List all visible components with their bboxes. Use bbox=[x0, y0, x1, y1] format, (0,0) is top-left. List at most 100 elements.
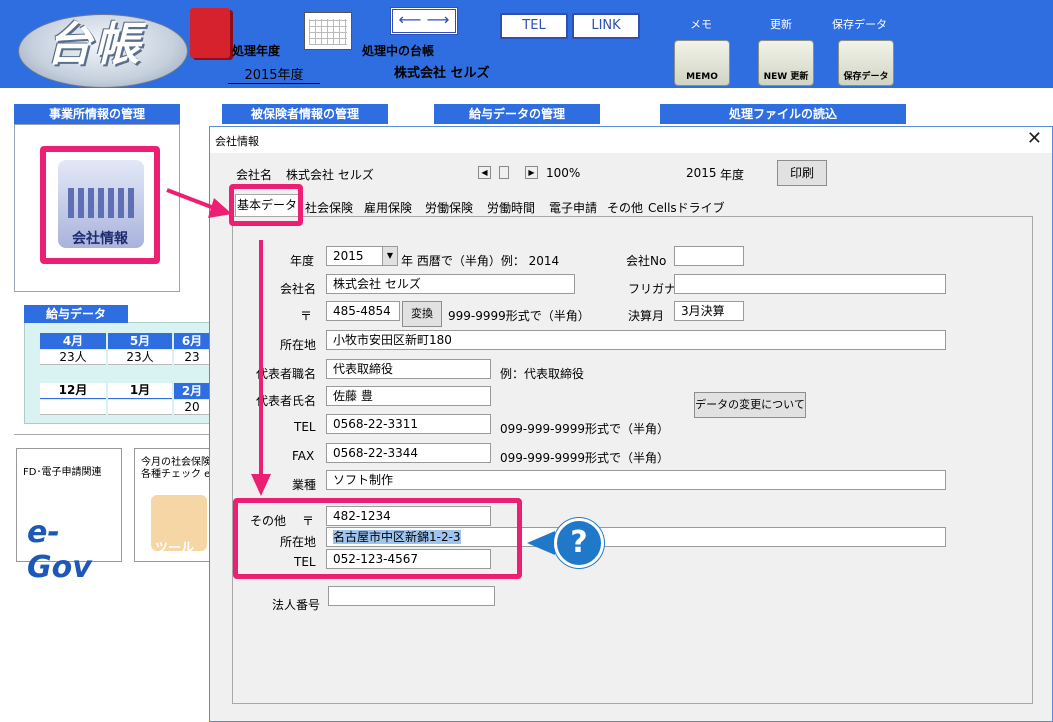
dialog-company-value: 株式会社 セルズ bbox=[286, 168, 374, 182]
processing-year-value: 2015年度 bbox=[228, 64, 320, 84]
tel-hint: 099-999-9999形式で（半角） bbox=[500, 422, 670, 436]
dialog-year-unit: 年度 bbox=[720, 168, 745, 182]
dialog-year-value: 2015 bbox=[686, 166, 717, 180]
fax-hint: 099-999-9999形式で（半角） bbox=[500, 451, 670, 465]
section-files[interactable]: 処理ファイルの読込 bbox=[660, 104, 906, 124]
furigana-field[interactable] bbox=[674, 274, 946, 294]
processing-year-label: 処理年度 bbox=[232, 44, 281, 58]
egov-logo: e-Gov bbox=[27, 515, 92, 585]
processing-ledger-label: 処理中の台帳 bbox=[362, 44, 435, 58]
salary-count: 23人 bbox=[40, 350, 106, 365]
zoom-left-icon[interactable]: ◀ bbox=[478, 166, 491, 179]
year-hint: 年 西暦で（半角）例： 2014 bbox=[401, 254, 560, 268]
update-label: 更新 bbox=[770, 18, 792, 31]
rep-title-hint: 例：代表取締役 bbox=[500, 367, 585, 381]
link-button[interactable]: LINK bbox=[572, 13, 640, 39]
salary-data-title: 給与データ bbox=[24, 305, 128, 323]
dialog-company-label: 会社名 bbox=[236, 168, 273, 182]
tab-e-application[interactable]: 電子申請 bbox=[544, 198, 602, 218]
switch-arrows-icon[interactable]: ⟵ ⟶ bbox=[390, 7, 458, 35]
convert-button[interactable]: 変換 bbox=[402, 301, 442, 327]
backup-icon[interactable]: 保存データ bbox=[838, 40, 894, 86]
help-icon[interactable]: ? bbox=[554, 518, 604, 568]
calendar-icon[interactable] bbox=[304, 12, 352, 50]
tab-labor-insurance[interactable]: 労働保険 bbox=[420, 198, 478, 218]
app-logo-text: 台帳 bbox=[46, 17, 142, 71]
name-label: 会社名 bbox=[280, 282, 317, 296]
update-icon-text: NEW 更新 bbox=[763, 72, 809, 82]
section-office[interactable]: 事業所情報の管理 bbox=[14, 104, 180, 124]
tab-employment-insurance[interactable]: 雇用保険 bbox=[360, 198, 416, 218]
tool-panel[interactable]: 今月の社会保険 各種チェック e ツール bbox=[134, 448, 214, 562]
salary-month: 5月 bbox=[108, 333, 172, 349]
egov-text: FD･電子申請関連 bbox=[23, 467, 102, 478]
dialog-titlebar: 会社情報 ✕ bbox=[210, 127, 1052, 153]
tab-working-hours[interactable]: 労働時間 bbox=[482, 198, 540, 218]
memo-icon[interactable]: MEMO bbox=[674, 40, 730, 86]
tel-label: TEL bbox=[294, 420, 316, 434]
address-label: 所在地 bbox=[280, 338, 317, 352]
tool-caption: ツール bbox=[155, 541, 195, 556]
salary-count: 23 bbox=[174, 350, 210, 365]
salary-count: 20 bbox=[174, 400, 210, 415]
address-field[interactable]: 小牧市安田区新町180 bbox=[326, 330, 946, 350]
memo-label: メモ bbox=[690, 18, 712, 31]
zoom-level: 100% bbox=[546, 166, 581, 180]
salary-month: 12月 bbox=[40, 383, 106, 399]
salary-month: 1月 bbox=[108, 383, 172, 399]
zoom-thumb[interactable] bbox=[499, 166, 509, 179]
processing-ledger-value: 株式会社 セルズ bbox=[394, 66, 490, 81]
rep-name-field[interactable]: 佐藤 豊 bbox=[326, 386, 491, 406]
name-field[interactable]: 株式会社 セルズ bbox=[326, 274, 575, 294]
fax-field[interactable]: 0568-22-3344 bbox=[326, 443, 491, 463]
egov-panel[interactable]: FD･電子申請関連 e-Gov bbox=[16, 448, 122, 585]
chevron-down-icon[interactable]: ▼ bbox=[382, 247, 397, 265]
closing-field[interactable]: 3月決算 bbox=[674, 301, 744, 321]
furigana-label: フリガナ bbox=[628, 282, 677, 296]
backup-icon-text: 保存データ bbox=[843, 72, 889, 82]
backup-label: 保存データ bbox=[832, 18, 887, 31]
zip-label: 〒 bbox=[300, 309, 313, 323]
section-salary[interactable]: 給与データの管理 bbox=[434, 104, 600, 124]
rep-title-field[interactable]: 代表取締役 bbox=[326, 359, 491, 379]
corp-no-field[interactable] bbox=[328, 586, 495, 606]
help-pointer bbox=[527, 531, 555, 555]
tab-other[interactable]: その他 bbox=[604, 198, 646, 218]
company-info-label: 会社情報 bbox=[72, 231, 128, 247]
memo-icon-text: MEMO bbox=[686, 72, 718, 82]
salary-month: 4月 bbox=[40, 333, 106, 349]
ledger-book-icon bbox=[190, 8, 230, 58]
fax-label: FAX bbox=[292, 449, 315, 463]
close-icon[interactable]: ✕ bbox=[1027, 129, 1042, 149]
corp-no-label: 法人番号 bbox=[272, 598, 321, 612]
top-banner: 台帳 処理年度 処理中の台帳 ⟵ ⟶ TEL LINK メモ MEMO 更新 N… bbox=[0, 0, 1053, 88]
closing-label: 決算月 bbox=[628, 309, 665, 323]
tool-line2: 各種チェック e bbox=[141, 469, 211, 480]
tab-highlight bbox=[229, 184, 303, 226]
business-field[interactable]: ソフト制作 bbox=[326, 470, 946, 490]
section-insured[interactable]: 被保険者情報の管理 bbox=[222, 104, 388, 124]
tab-cells-drive[interactable]: Cellsドライブ bbox=[648, 198, 725, 218]
tel-field[interactable]: 0568-22-3311 bbox=[326, 414, 491, 434]
other-highlight bbox=[233, 498, 522, 579]
salary-count bbox=[108, 400, 172, 415]
tel-button[interactable]: TEL bbox=[500, 13, 568, 39]
tab-social-insurance[interactable]: 社会保険 bbox=[302, 198, 356, 218]
dialog-title: 会社情報 bbox=[215, 135, 259, 148]
salary-count bbox=[40, 400, 106, 415]
print-button[interactable]: 印刷 bbox=[777, 160, 827, 186]
salary-month: 6月 bbox=[174, 333, 210, 349]
zip-hint: 999-9999形式で（半角） bbox=[448, 309, 590, 323]
year-label: 年度 bbox=[290, 254, 315, 268]
zoom-right-icon[interactable]: ▶ bbox=[525, 166, 538, 179]
company-no-label: 会社No bbox=[626, 254, 667, 268]
business-label: 業種 bbox=[292, 478, 317, 492]
data-change-button[interactable]: データの変更について bbox=[694, 392, 806, 418]
company-no-field[interactable] bbox=[674, 246, 744, 266]
tool-line1: 今月の社会保険 bbox=[141, 457, 211, 468]
rep-title-label: 代表者職名 bbox=[256, 367, 317, 381]
company-info-icon[interactable]: 会社情報 bbox=[40, 146, 160, 264]
divider bbox=[14, 434, 210, 435]
zip-field[interactable]: 485-4854 bbox=[326, 301, 400, 321]
update-icon[interactable]: NEW 更新 bbox=[758, 40, 814, 86]
